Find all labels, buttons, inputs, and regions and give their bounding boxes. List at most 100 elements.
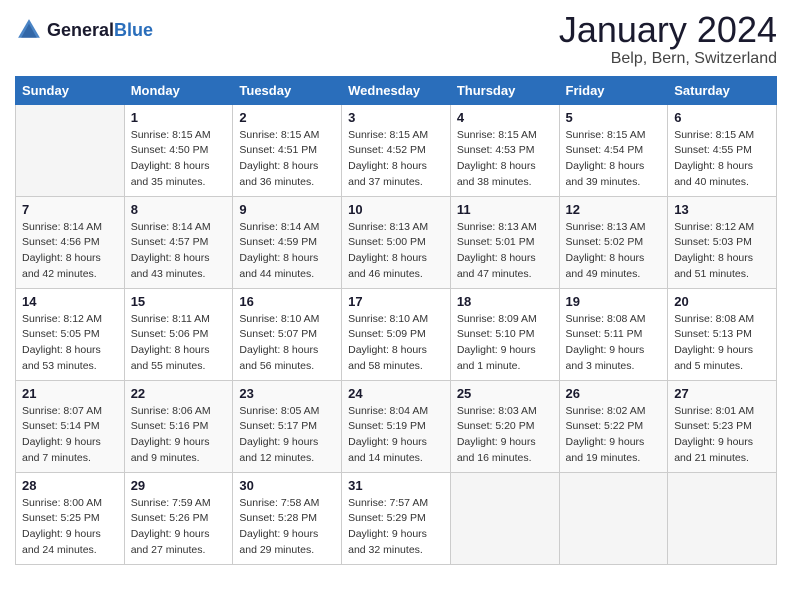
daylight-text: Daylight: 9 hours and 16 minutes.	[457, 435, 553, 467]
daylight-text: Daylight: 9 hours and 1 minute.	[457, 343, 553, 375]
daylight-text: Daylight: 9 hours and 3 minutes.	[566, 343, 662, 375]
calendar-cell	[668, 472, 777, 564]
day-detail: Sunrise: 8:00 AMSunset: 5:25 PMDaylight:…	[22, 496, 118, 559]
subtitle: Belp, Bern, Switzerland	[559, 50, 777, 68]
sunset-text: Sunset: 4:55 PM	[674, 143, 770, 159]
daylight-text: Daylight: 9 hours and 21 minutes.	[674, 435, 770, 467]
sunset-text: Sunset: 4:59 PM	[239, 235, 335, 251]
weekday-header-friday: Friday	[559, 76, 668, 104]
day-detail: Sunrise: 8:13 AMSunset: 5:02 PMDaylight:…	[566, 220, 662, 283]
day-detail: Sunrise: 8:12 AMSunset: 5:03 PMDaylight:…	[674, 220, 770, 283]
day-detail: Sunrise: 8:08 AMSunset: 5:11 PMDaylight:…	[566, 312, 662, 375]
sunset-text: Sunset: 4:50 PM	[131, 143, 227, 159]
day-number: 16	[239, 294, 335, 309]
sunset-text: Sunset: 5:10 PM	[457, 327, 553, 343]
calendar-cell: 10 Sunrise: 8:13 AMSunset: 5:00 PMDayligh…	[342, 196, 451, 288]
day-number: 17	[348, 294, 444, 309]
calendar-cell	[559, 472, 668, 564]
day-detail: Sunrise: 8:05 AMSunset: 5:17 PMDaylight:…	[239, 404, 335, 467]
calendar-cell: 15Sunrise: 8:11 AMSunset: 5:06 PMDayligh…	[124, 288, 233, 380]
daylight-text: Daylight: 8 hours and 58 minutes.	[348, 343, 444, 375]
calendar-header: SundayMondayTuesdayWednesdayThursdayFrid…	[16, 76, 777, 104]
header: GeneralBlue January 2024 Belp, Bern, Swi…	[15, 10, 777, 68]
calendar-cell: 3Sunrise: 8:15 AMSunset: 4:52 PMDaylight…	[342, 104, 451, 196]
calendar-cell: 5Sunrise: 8:15 AMSunset: 4:54 PMDaylight…	[559, 104, 668, 196]
sunset-text: Sunset: 5:16 PM	[131, 419, 227, 435]
sunrise-text: Sunrise: 8:10 AM	[348, 312, 444, 328]
day-detail: Sunrise: 8:06 AMSunset: 5:16 PMDaylight:…	[131, 404, 227, 467]
calendar-cell: 12Sunrise: 8:13 AMSunset: 5:02 PMDayligh…	[559, 196, 668, 288]
daylight-text: Daylight: 8 hours and 51 minutes.	[674, 251, 770, 283]
calendar-table: SundayMondayTuesdayWednesdayThursdayFrid…	[15, 76, 777, 565]
daylight-text: Daylight: 8 hours and 53 minutes.	[22, 343, 118, 375]
sunrise-text: Sunrise: 8:00 AM	[22, 496, 118, 512]
sunrise-text: Sunrise: 8:15 AM	[239, 128, 335, 144]
day-number: 4	[457, 110, 553, 125]
sunrise-text: Sunrise: 8:02 AM	[566, 404, 662, 420]
sunrise-text: Sunrise: 8:12 AM	[674, 220, 770, 236]
day-number: 26	[566, 386, 662, 401]
sunrise-text: Sunrise: 8:03 AM	[457, 404, 553, 420]
day-detail: Sunrise: 8:14 AMSunset: 4:57 PMDaylight:…	[131, 220, 227, 283]
daylight-text: Daylight: 9 hours and 27 minutes.	[131, 527, 227, 559]
day-number: 30	[239, 478, 335, 493]
day-number: 13	[674, 202, 770, 217]
sunrise-text: Sunrise: 8:13 AM	[457, 220, 553, 236]
sunset-text: Sunset: 5:28 PM	[239, 511, 335, 527]
calendar-cell: 17 Sunrise: 8:10 AMSunset: 5:09 PMDayligh…	[342, 288, 451, 380]
sunset-text: Sunset: 5:23 PM	[674, 419, 770, 435]
day-detail: Sunrise: 8:10 AMSunset: 5:07 PMDaylight:…	[239, 312, 335, 375]
daylight-text: Daylight: 9 hours and 32 minutes.	[348, 527, 444, 559]
sunrise-text: Sunrise: 8:15 AM	[457, 128, 553, 144]
day-number: 1	[131, 110, 227, 125]
calendar-cell: 16 Sunrise: 8:10 AMSunset: 5:07 PMDayligh…	[233, 288, 342, 380]
day-detail: Sunrise: 8:14 AMSunset: 4:59 PMDaylight:…	[239, 220, 335, 283]
daylight-text: Daylight: 8 hours and 35 minutes.	[131, 159, 227, 191]
daylight-text: Daylight: 8 hours and 42 minutes.	[22, 251, 118, 283]
daylight-text: Daylight: 8 hours and 37 minutes.	[348, 159, 444, 191]
daylight-text: Daylight: 9 hours and 5 minutes.	[674, 343, 770, 375]
sunrise-text: Sunrise: 8:15 AM	[566, 128, 662, 144]
daylight-text: Daylight: 9 hours and 24 minutes.	[22, 527, 118, 559]
day-number: 27	[674, 386, 770, 401]
day-number: 29	[131, 478, 227, 493]
day-detail: Sunrise: 8:15 AMSunset: 4:50 PMDaylight:…	[131, 128, 227, 191]
day-number: 7	[22, 202, 118, 217]
calendar-week-row: 28Sunrise: 8:00 AMSunset: 5:25 PMDayligh…	[16, 472, 777, 564]
weekday-header-sunday: Sunday	[16, 76, 125, 104]
sunrise-text: Sunrise: 8:14 AM	[239, 220, 335, 236]
day-number: 10	[348, 202, 444, 217]
day-detail: Sunrise: 7:59 AMSunset: 5:26 PMDaylight:…	[131, 496, 227, 559]
calendar-week-row: 14Sunrise: 8:12 AMSunset: 5:05 PMDayligh…	[16, 288, 777, 380]
sunrise-text: Sunrise: 8:14 AM	[131, 220, 227, 236]
calendar-cell: 29 Sunrise: 7:59 AMSunset: 5:26 PMDayligh…	[124, 472, 233, 564]
calendar-cell: 27 Sunrise: 8:01 AMSunset: 5:23 PMDayligh…	[668, 380, 777, 472]
calendar-week-row: 1Sunrise: 8:15 AMSunset: 4:50 PMDaylight…	[16, 104, 777, 196]
day-detail: Sunrise: 8:14 AMSunset: 4:56 PMDaylight:…	[22, 220, 118, 283]
sunset-text: Sunset: 5:19 PM	[348, 419, 444, 435]
sunrise-text: Sunrise: 8:12 AM	[22, 312, 118, 328]
day-detail: Sunrise: 8:15 AMSunset: 4:53 PMDaylight:…	[457, 128, 553, 191]
calendar-week-row: 7 Sunrise: 8:14 AMSunset: 4:56 PMDaylight…	[16, 196, 777, 288]
daylight-text: Daylight: 8 hours and 39 minutes.	[566, 159, 662, 191]
day-number: 22	[131, 386, 227, 401]
day-detail: Sunrise: 8:13 AMSunset: 5:00 PMDaylight:…	[348, 220, 444, 283]
calendar-cell: 13 Sunrise: 8:12 AMSunset: 5:03 PMDayligh…	[668, 196, 777, 288]
sunset-text: Sunset: 5:05 PM	[22, 327, 118, 343]
day-number: 5	[566, 110, 662, 125]
calendar-week-row: 21Sunrise: 8:07 AMSunset: 5:14 PMDayligh…	[16, 380, 777, 472]
calendar-cell: 11Sunrise: 8:13 AMSunset: 5:01 PMDayligh…	[450, 196, 559, 288]
sunrise-text: Sunrise: 8:01 AM	[674, 404, 770, 420]
daylight-text: Daylight: 8 hours and 55 minutes.	[131, 343, 227, 375]
day-detail: Sunrise: 7:57 AMSunset: 5:29 PMDaylight:…	[348, 496, 444, 559]
calendar-cell: 31Sunrise: 7:57 AMSunset: 5:29 PMDayligh…	[342, 472, 451, 564]
weekday-header-monday: Monday	[124, 76, 233, 104]
sunrise-text: Sunrise: 8:09 AM	[457, 312, 553, 328]
day-detail: Sunrise: 8:04 AMSunset: 5:19 PMDaylight:…	[348, 404, 444, 467]
day-detail: Sunrise: 8:03 AMSunset: 5:20 PMDaylight:…	[457, 404, 553, 467]
day-number: 8	[131, 202, 227, 217]
weekday-header-row: SundayMondayTuesdayWednesdayThursdayFrid…	[16, 76, 777, 104]
sunset-text: Sunset: 5:09 PM	[348, 327, 444, 343]
sunset-text: Sunset: 4:52 PM	[348, 143, 444, 159]
weekday-header-wednesday: Wednesday	[342, 76, 451, 104]
